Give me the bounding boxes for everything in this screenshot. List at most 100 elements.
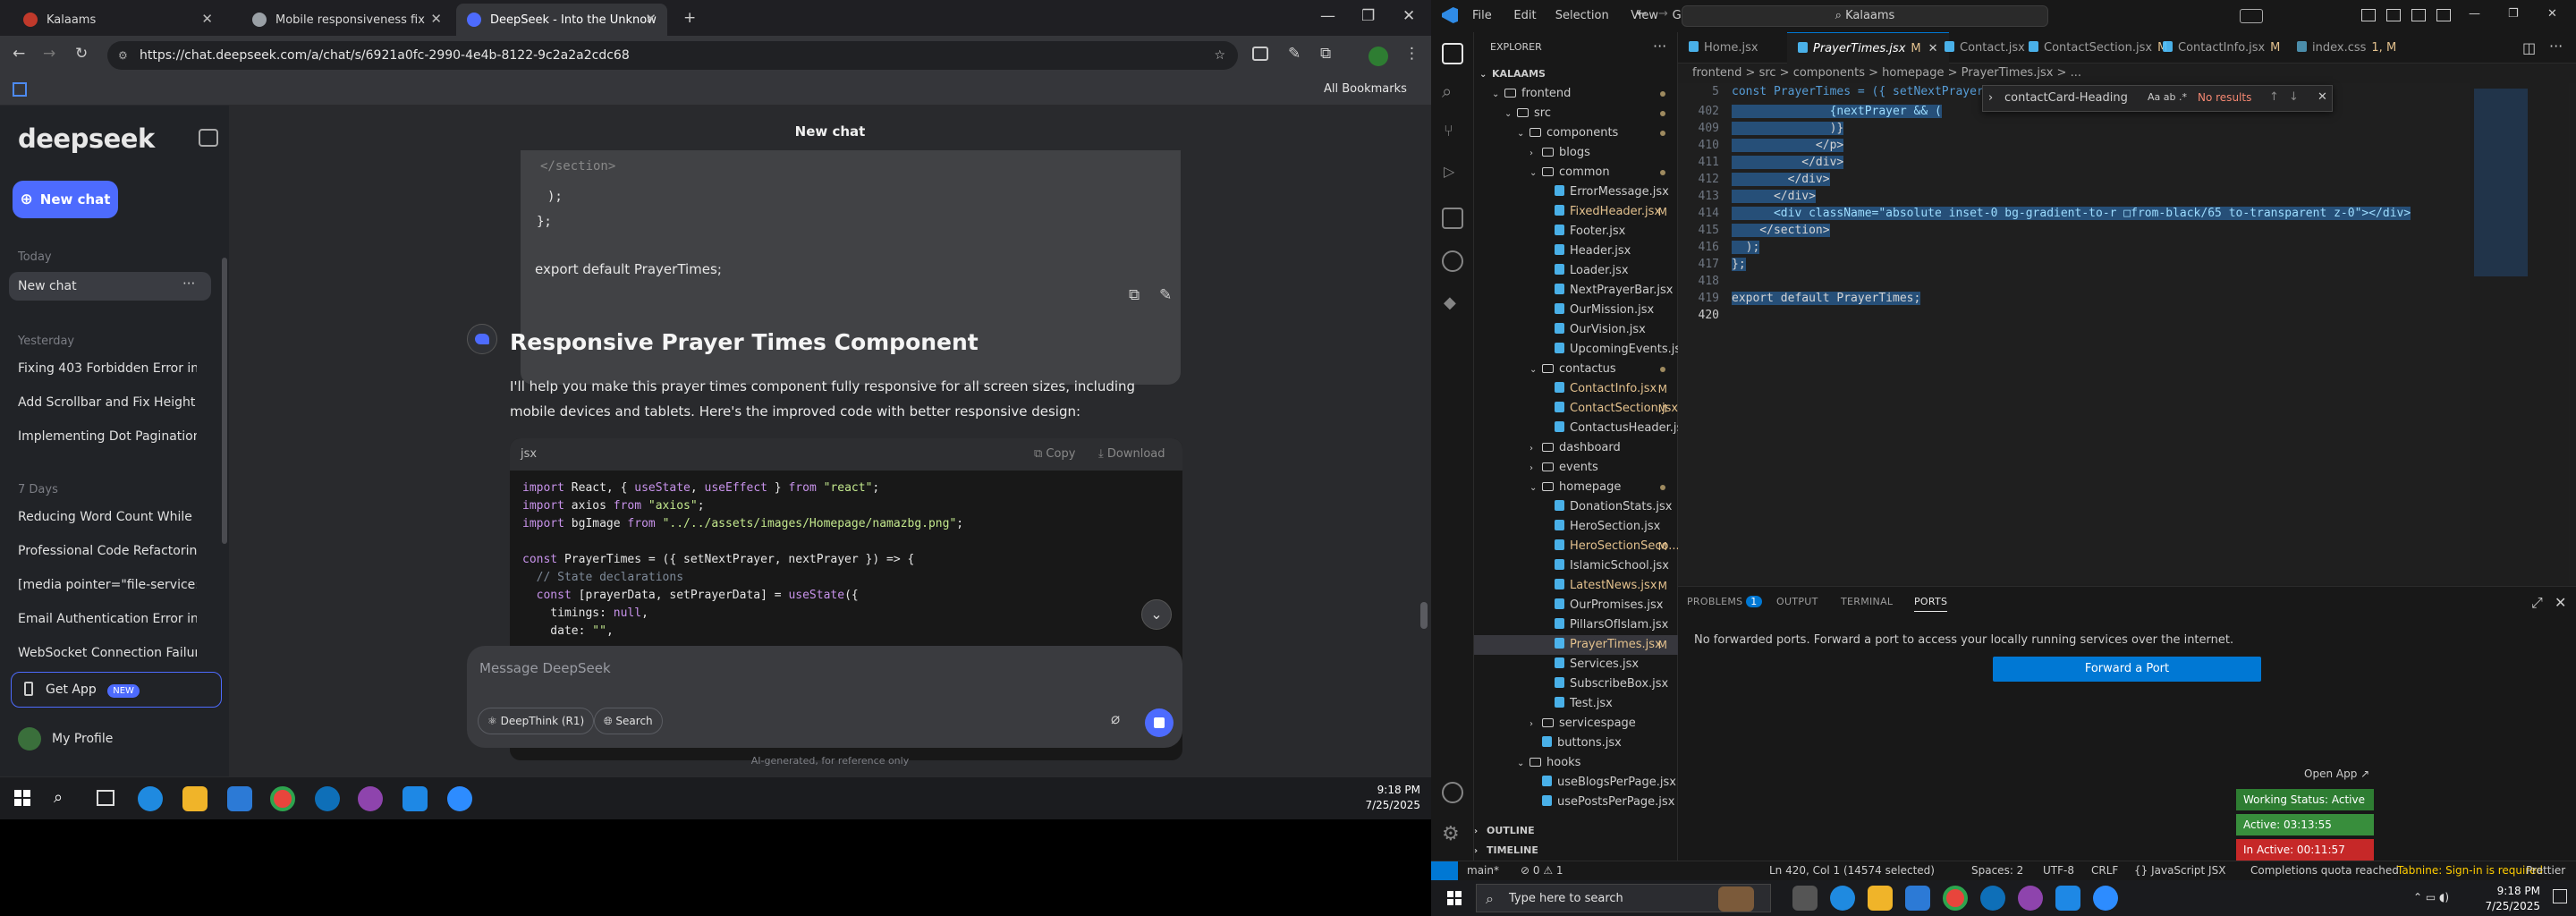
editor-tab[interactable]: Home.jsx [1678, 32, 1769, 64]
menu-selection[interactable]: Selection [1555, 9, 1609, 22]
close-icon[interactable]: ✕ [1402, 7, 1415, 25]
tree-folder[interactable]: ⌄ hooks [1474, 753, 1678, 773]
tab-close-icon[interactable]: ✕ [645, 11, 657, 27]
reload-icon[interactable]: ↻ [75, 45, 88, 63]
toggle-sidebar-icon[interactable] [2386, 9, 2401, 21]
close-icon[interactable]: ✕ [2547, 7, 2557, 21]
forward-port-button[interactable]: Forward a Port [1993, 657, 2261, 682]
tree-file[interactable]: usePostsPerPage.jsx [1474, 793, 1678, 812]
chat-history-item[interactable]: Implementing Dot Pagination fo [18, 429, 197, 444]
tree-file[interactable]: HeroSection.jsx [1474, 517, 1678, 537]
tree-file[interactable]: LatestNews.jsx M [1474, 576, 1678, 596]
tree-file[interactable]: OurMission.jsx [1474, 301, 1678, 320]
indentation[interactable]: Spaces: 2 [1971, 861, 2023, 880]
tree-file[interactable]: OurPromises.jsx [1474, 596, 1678, 615]
tree-file[interactable]: buttons.jsx [1474, 734, 1678, 753]
active-chat-title[interactable]: New chat [18, 279, 197, 293]
tree-file[interactable]: HeroSectionSeco... M [1474, 537, 1678, 556]
edit-message-icon[interactable]: ✎ [1159, 286, 1172, 304]
accounts-icon[interactable] [1442, 782, 1463, 803]
toggle-secondary-icon[interactable] [2436, 9, 2451, 21]
task-view-icon[interactable] [1792, 886, 1818, 911]
app-icon[interactable] [315, 786, 340, 811]
get-app-button[interactable]: Get App NEW [11, 672, 222, 708]
tree-file[interactable]: DonationStats.jsx [1474, 497, 1678, 517]
close-panel-icon[interactable]: ✕ [2555, 594, 2566, 611]
chat-history-item[interactable]: Add Scrollbar and Fix Height for [18, 395, 197, 410]
menu-icon[interactable]: ⋮ [1404, 45, 1419, 63]
explorer-more-icon[interactable]: ··· [1653, 38, 1666, 55]
tabnine-icon[interactable]: ◆ [1444, 293, 1456, 312]
extensions-icon[interactable] [1442, 208, 1463, 229]
tree-file[interactable]: PrayerTimes.jsx M [1474, 635, 1678, 655]
toggle-replace-icon[interactable]: › [1988, 91, 1993, 105]
tree-file[interactable]: UpcomingEvents.jsx [1474, 340, 1678, 360]
menu-edit[interactable]: Edit [1513, 9, 1536, 22]
edge-icon[interactable] [1830, 886, 1855, 911]
tree-file[interactable]: SubscribeBox.jsx [1474, 674, 1678, 694]
tree-file[interactable]: useBlogsPerPage.jsx [1474, 773, 1678, 793]
code-editor[interactable]: 5 const PrayerTimes = ({ setNextPrayer, … [1678, 83, 2576, 584]
chat-history-item[interactable]: Fixing 403 Forbidden Error in AP [18, 361, 197, 376]
chrome-tab[interactable]: DeepSeek - Into the Unknown ✕ [456, 4, 667, 36]
chat-history-item[interactable]: [media pointer="file-service://f [18, 578, 197, 592]
tree-file[interactable]: Header.jsx [1474, 242, 1678, 261]
chrome-tab[interactable]: Kalaams ✕ [13, 4, 224, 36]
edge-icon[interactable] [138, 786, 163, 811]
tree-file[interactable]: Test.jsx [1474, 694, 1678, 714]
language-mode[interactable]: {} JavaScript JSX [2134, 861, 2225, 880]
tab-output[interactable]: OUTPUT [1776, 596, 1818, 607]
run-debug-icon[interactable]: ▷ [1444, 163, 1454, 180]
new-chat-button[interactable]: ⊕ New chat [13, 181, 118, 218]
tab-ports[interactable]: PORTS [1914, 596, 1948, 612]
tree-file[interactable]: ContactusHeader.jsx [1474, 419, 1678, 438]
chrome-tab[interactable]: Mobile responsiveness fix ✕ [242, 4, 453, 36]
tree-folder[interactable]: ⌄ src [1474, 104, 1678, 123]
app-icon[interactable] [1980, 886, 2005, 911]
forward-icon[interactable]: → [43, 45, 55, 63]
minimize-icon[interactable]: — [2469, 7, 2480, 21]
cursor-position[interactable]: Ln 420, Col 1 (14574 selected) [1769, 861, 1935, 880]
pen-icon[interactable]: ✎ [1288, 45, 1301, 63]
editor-more-icon[interactable]: ··· [2549, 38, 2563, 55]
back-icon[interactable]: ← [13, 45, 25, 63]
layout-icon[interactable] [2361, 9, 2376, 21]
tree-folder[interactable]: ⌄ components [1474, 123, 1678, 143]
search-icon[interactable]: ⌕ [54, 788, 63, 807]
find-options-icon[interactable]: Aa ab .* [2148, 91, 2187, 103]
tree-file[interactable]: ContactSection.jsx M [1474, 399, 1678, 419]
site-info-icon[interactable]: ⚙ [118, 41, 128, 70]
tree-file[interactable]: Loader.jsx [1474, 261, 1678, 281]
split-editor-icon[interactable]: ◫ [2522, 39, 2536, 56]
outline-section[interactable]: › OUTLINE [1474, 821, 1678, 841]
bookmark-star-icon[interactable]: ☆ [1214, 41, 1225, 70]
my-profile[interactable]: My Profile [18, 727, 113, 751]
zoom-icon[interactable] [447, 786, 472, 811]
puzzle-icon[interactable]: ⧉ [1320, 45, 1331, 63]
line-ending[interactable]: CRLF [2091, 861, 2118, 880]
prev-match-icon[interactable]: ↑ [2269, 90, 2279, 104]
taskbar-search[interactable]: ⌕ Type here to search [1476, 884, 1771, 912]
tree-folder[interactable]: ⌄ common [1474, 163, 1678, 182]
explorer-icon[interactable] [1442, 43, 1463, 64]
tab-close-icon[interactable]: ✕ [201, 11, 213, 27]
menu-file[interactable]: File [1472, 9, 1492, 22]
tab-close-icon[interactable]: ✕ [430, 11, 442, 27]
command-center[interactable]: ⌕ Kalaams [1682, 5, 2048, 27]
download-button[interactable]: ⤓ Download [1098, 438, 1165, 471]
maximize-icon[interactable]: ❐ [2508, 7, 2519, 21]
collapse-sidebar-icon[interactable] [199, 129, 218, 147]
next-match-icon[interactable]: ↓ [2289, 90, 2299, 104]
tree-file[interactable]: FixedHeader.jsx M [1474, 202, 1678, 222]
tree-file[interactable]: PillarsOfIslam.jsx [1474, 615, 1678, 635]
copy-message-icon[interactable]: ⧉ [1129, 286, 1140, 304]
editor-tab[interactable]: index.css 1, M [2286, 32, 2407, 64]
attach-icon[interactable]: ⌀ [1111, 710, 1120, 728]
scroll-down-icon[interactable]: ⌄ [1141, 599, 1172, 630]
tree-file[interactable]: Services.jsx [1474, 655, 1678, 674]
copilot-icon[interactable] [2240, 9, 2263, 23]
tree-folder[interactable]: ⌄ homepage [1474, 478, 1678, 497]
remote-icon[interactable] [1442, 250, 1463, 272]
all-bookmarks[interactable]: All Bookmarks [1324, 82, 1407, 96]
github-icon[interactable] [2018, 886, 2043, 911]
